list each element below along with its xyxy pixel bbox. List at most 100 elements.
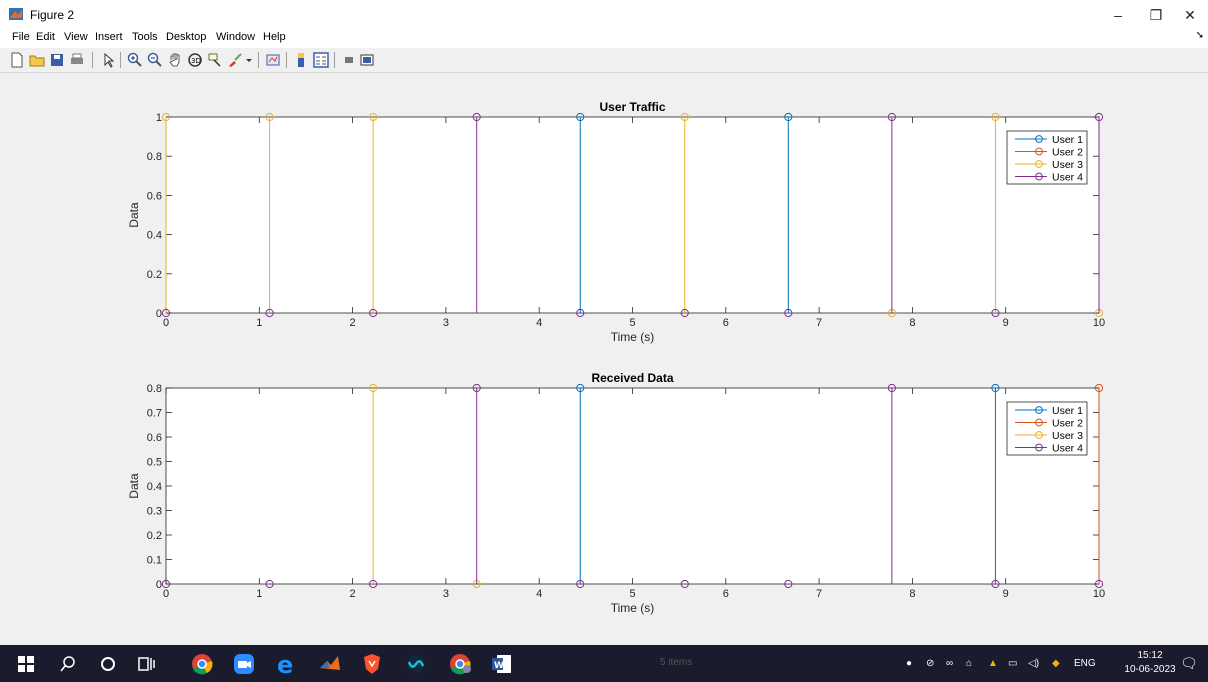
x-tick-label: 3 bbox=[443, 317, 449, 329]
x-tick-label: 2 bbox=[350, 588, 356, 600]
tray-update-icon[interactable]: ◆ bbox=[1052, 658, 1060, 669]
axes-box bbox=[165, 116, 1100, 314]
x-tick-label: 9 bbox=[1003, 317, 1009, 329]
chrome-alt-icon[interactable] bbox=[448, 652, 472, 676]
y-tick-label: 0 bbox=[156, 308, 162, 320]
svg-text:W: W bbox=[494, 661, 504, 671]
x-tick-label: 0 bbox=[163, 588, 169, 600]
pan-icon[interactable] bbox=[166, 51, 184, 69]
x-tick-label: 10 bbox=[1093, 588, 1105, 600]
x-axis-label: Time (s) bbox=[611, 330, 655, 344]
window-title: Figure 2 bbox=[30, 8, 75, 22]
tray-volume-icon[interactable]: ◁) bbox=[1028, 658, 1039, 669]
zoom-icon[interactable] bbox=[232, 652, 256, 676]
menu-help[interactable]: Help bbox=[263, 31, 286, 43]
chrome-icon[interactable] bbox=[190, 652, 214, 676]
axes-1: 0 1 2 3 4 5 6 7 8 9 10 0 0.2 0.4 0.6 0.8 1 User Traffic Ti… bbox=[127, 100, 1105, 344]
rotate-3d-icon[interactable]: 3D bbox=[186, 51, 204, 69]
zoom-out-icon[interactable] bbox=[146, 51, 164, 69]
chart-title: Received Data bbox=[591, 371, 673, 385]
task-view-icon[interactable] bbox=[134, 652, 158, 676]
tray-app-icon[interactable]: ● bbox=[906, 658, 912, 669]
print-icon[interactable] bbox=[68, 51, 86, 69]
menu-view[interactable]: View bbox=[64, 31, 88, 43]
tray-webex-icon[interactable]: ∞ bbox=[946, 658, 953, 669]
x-tick-label: 5 bbox=[629, 317, 635, 329]
y-tick-label: 0.5 bbox=[147, 457, 162, 469]
word-icon[interactable]: W bbox=[490, 652, 514, 676]
matlab-icon[interactable] bbox=[318, 652, 342, 676]
tray-monitor-icon[interactable]: ▭ bbox=[1008, 658, 1017, 669]
zoom-in-icon[interactable] bbox=[126, 51, 144, 69]
y-tick-label: 0.3 bbox=[147, 506, 162, 518]
open-file-icon[interactable] bbox=[28, 51, 46, 69]
x-tick-label: 10 bbox=[1093, 317, 1105, 329]
brush-icon[interactable] bbox=[226, 51, 244, 69]
menu-desktop[interactable]: Desktop bbox=[166, 31, 206, 43]
x-tick-label: 6 bbox=[723, 317, 729, 329]
menu-insert[interactable]: Insert bbox=[95, 31, 123, 43]
menu-file[interactable]: File bbox=[12, 31, 30, 43]
taskbar-clock[interactable]: 15:12 10-06-2023 bbox=[1120, 649, 1180, 677]
start-icon[interactable] bbox=[14, 652, 38, 676]
tray-network-icon[interactable]: ⌂ bbox=[966, 658, 972, 669]
menu-window[interactable]: Window bbox=[216, 31, 255, 43]
toolbar-separator bbox=[286, 52, 287, 68]
legend-label-user2: User 2 bbox=[1052, 147, 1083, 159]
legend-icon[interactable] bbox=[312, 51, 330, 69]
pointer-icon[interactable] bbox=[100, 51, 118, 69]
y-tick-label: 0.4 bbox=[147, 481, 162, 493]
close-button[interactable]: ✕ bbox=[1170, 4, 1208, 26]
show-plot-tools-icon[interactable] bbox=[358, 51, 376, 69]
svg-text:3D: 3D bbox=[191, 57, 201, 65]
new-figure-icon[interactable] bbox=[8, 51, 26, 69]
tray-language[interactable]: ENG bbox=[1074, 658, 1096, 669]
y-tick-label: 0.2 bbox=[147, 269, 162, 281]
legend-label-user1: User 1 bbox=[1052, 405, 1083, 417]
tray-muted-icon[interactable]: ⊘ bbox=[926, 658, 934, 669]
taskbar-status: 5 items bbox=[660, 657, 693, 668]
minimize-button[interactable]: – bbox=[1098, 4, 1138, 26]
x-tick-label: 2 bbox=[350, 317, 356, 329]
legend-label-user1: User 1 bbox=[1052, 134, 1083, 146]
search-icon[interactable] bbox=[56, 652, 80, 676]
menu-overflow-icon[interactable]: ➘ bbox=[1196, 30, 1204, 41]
y-axis-label: Data bbox=[127, 202, 141, 228]
colorbar-icon[interactable] bbox=[292, 51, 310, 69]
axes-box bbox=[165, 387, 1100, 585]
windows-taskbar: e W 5 items ● ⊘ ∞ ⌂ ▲ ▭ ◁) ◆ ENG 15:12 1… bbox=[0, 645, 1208, 682]
matlab-figure-icon bbox=[8, 6, 24, 22]
webex-icon[interactable] bbox=[404, 652, 428, 676]
data-cursor-icon[interactable] bbox=[206, 51, 224, 69]
clock-time: 15:12 bbox=[1137, 650, 1163, 661]
menu-tools[interactable]: Tools bbox=[132, 31, 158, 43]
link-plot-icon[interactable] bbox=[264, 51, 282, 69]
brave-icon[interactable] bbox=[360, 652, 384, 676]
tray-warning-icon[interactable]: ▲ bbox=[988, 658, 998, 669]
clock-date: 10-06-2023 bbox=[1124, 664, 1176, 675]
cortana-icon[interactable] bbox=[96, 652, 120, 676]
notification-icon[interactable]: 🗨 bbox=[1180, 655, 1198, 672]
figure-canvas: 0 1 2 3 4 5 6 7 8 9 10 0 0.2 0.4 0.6 0.8 1 User Traffic Ti… bbox=[0, 73, 1208, 645]
axes-2: 0 1 2 3 4 5 6 7 8 9 10 0 0.1 0.2 0.3 0.4 0.5 0.6 0.7 0.8 Rec… bbox=[127, 371, 1105, 615]
menu-edit[interactable]: Edit bbox=[36, 31, 55, 43]
x-tick-label: 9 bbox=[1003, 588, 1009, 600]
x-tick-label: 7 bbox=[816, 588, 822, 600]
x-tick-label: 4 bbox=[536, 588, 542, 600]
x-tick-label: 5 bbox=[629, 588, 635, 600]
toolbar-separator bbox=[334, 52, 335, 68]
y-tick-label: 0.1 bbox=[147, 555, 162, 567]
hide-plot-tools-icon[interactable] bbox=[340, 51, 358, 69]
plot-area[interactable]: 0 1 2 3 4 5 6 7 8 9 1000.20.40.60.81User TrafficTi… bbox=[0, 73, 1208, 645]
edge-icon[interactable]: e bbox=[274, 651, 298, 679]
dropdown-icon[interactable] bbox=[244, 51, 254, 69]
x-tick-label: 3 bbox=[443, 588, 449, 600]
save-icon[interactable] bbox=[48, 51, 66, 69]
chart-title: User Traffic bbox=[599, 100, 665, 114]
x-tick-label: 8 bbox=[909, 317, 915, 329]
legend: User 1User 2User 3User 4 bbox=[1006, 130, 1088, 185]
y-tick-label: 1 bbox=[156, 112, 162, 124]
legend: User 1User 2User 3User 4 bbox=[1006, 401, 1088, 456]
x-tick-label: 6 bbox=[723, 588, 729, 600]
svg-text:e: e bbox=[277, 652, 293, 676]
